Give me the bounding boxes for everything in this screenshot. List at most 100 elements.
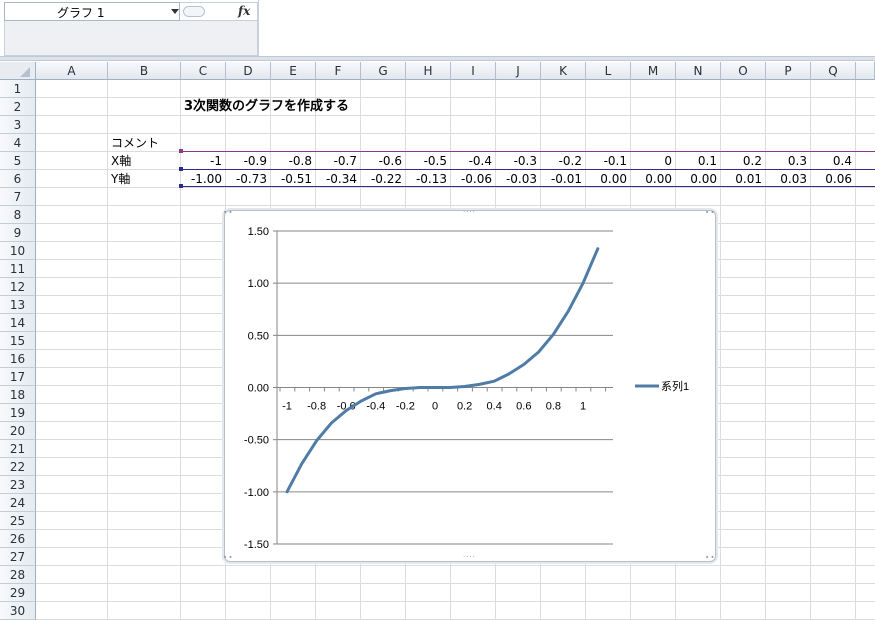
row-header-29[interactable]: 29	[0, 584, 36, 602]
row-header-22[interactable]: 22	[0, 458, 36, 476]
row-header-25[interactable]: 25	[0, 512, 36, 530]
cell-x-value[interactable]: -0.7	[316, 152, 357, 170]
row-header-4[interactable]: 4	[0, 134, 36, 152]
cell-x-value[interactable]: -0.8	[271, 152, 312, 170]
column-header-c[interactable]: C	[181, 62, 226, 80]
cell-x-axis-label[interactable]: X軸	[111, 152, 131, 170]
cell-x-value[interactable]: -0.9	[226, 152, 267, 170]
cell-x-value[interactable]: 0.3	[766, 152, 807, 170]
x-tick-label: 0.4	[487, 401, 502, 413]
column-header-l[interactable]: L	[586, 62, 631, 80]
row-header-23[interactable]: 23	[0, 476, 36, 494]
column-header-g[interactable]: G	[361, 62, 406, 80]
row-header-1[interactable]: 1	[0, 80, 36, 98]
name-box-value: グラフ 1	[57, 6, 105, 20]
range-border-mid	[181, 169, 875, 170]
row-header-2[interactable]: 2	[0, 98, 36, 116]
column-header-n[interactable]: N	[676, 62, 721, 80]
row-header-19[interactable]: 19	[0, 404, 36, 422]
insert-function-icon[interactable]: fx	[238, 4, 250, 18]
grid-column-line	[855, 80, 856, 620]
column-header-i[interactable]: I	[451, 62, 496, 80]
row-header-27[interactable]: 27	[0, 548, 36, 566]
range-handle[interactable]	[179, 184, 183, 188]
row-header-28[interactable]: 28	[0, 566, 36, 584]
row-header-8[interactable]: 8	[0, 206, 36, 224]
row-header-9[interactable]: 9	[0, 224, 36, 242]
row-header-7[interactable]: 7	[0, 188, 36, 206]
column-header-f[interactable]: F	[316, 62, 361, 80]
y-tick-label: 1.00	[248, 278, 269, 290]
cell-x-value[interactable]: -0.2	[541, 152, 582, 170]
formula-bar-expanded-area	[4, 21, 258, 56]
column-header-k[interactable]: K	[541, 62, 586, 80]
legend-label: 系列1	[661, 379, 689, 393]
grid-row-line	[36, 133, 875, 134]
cell-x-value[interactable]: -0.3	[496, 152, 537, 170]
cell-x-value[interactable]: 0.2	[721, 152, 762, 170]
x-range-border	[181, 151, 875, 152]
row-header-3[interactable]: 3	[0, 116, 36, 134]
column-header-partial[interactable]	[856, 62, 875, 80]
formula-input[interactable]	[258, 0, 875, 56]
row-header-10[interactable]: 10	[0, 242, 36, 260]
cell-x-value[interactable]: 0	[631, 152, 672, 170]
chart-object[interactable]: ···· ···· ∙∙ ∙∙ ∙∙ ∙∙ 1.50 1.00 0.50 0.00 -0…	[223, 208, 716, 562]
x-tick-label: 0	[432, 401, 438, 413]
row-header-5[interactable]: 5	[0, 152, 36, 170]
row-header-11[interactable]: 11	[0, 260, 36, 278]
column-header-o[interactable]: O	[721, 62, 766, 80]
name-box[interactable]: グラフ 1	[4, 2, 180, 21]
row-header-16[interactable]: 16	[0, 350, 36, 368]
grid-row-line	[36, 115, 875, 116]
grid-row-line	[36, 583, 875, 584]
cell-y-axis-label[interactable]: Y軸	[111, 170, 130, 188]
cell-x-value[interactable]: -0.6	[361, 152, 402, 170]
row-header-6[interactable]: 6	[0, 170, 36, 188]
row-header-30[interactable]: 30	[0, 602, 36, 620]
row-header-14[interactable]: 14	[0, 314, 36, 332]
cell-x-value[interactable]: 0.1	[676, 152, 717, 170]
x-tick-label: 0.8	[546, 401, 561, 413]
plot-area	[275, 219, 615, 549]
column-header-e[interactable]: E	[271, 62, 316, 80]
row-header-18[interactable]: 18	[0, 386, 36, 404]
cell-x-value[interactable]: -0.5	[406, 152, 447, 170]
formula-bar-divider	[0, 56, 875, 61]
cell-comment-label[interactable]: コメント	[111, 134, 159, 152]
cell-x-value[interactable]: -0.1	[586, 152, 627, 170]
y-range-border	[181, 186, 875, 187]
column-header-b[interactable]: B	[108, 62, 181, 80]
grid-row-line	[36, 205, 875, 206]
formula-controls: fx	[180, 2, 258, 21]
row-header-17[interactable]: 17	[0, 368, 36, 386]
chevron-down-icon[interactable]	[171, 9, 179, 14]
column-header-m[interactable]: M	[631, 62, 676, 80]
column-header-d[interactable]: D	[226, 62, 271, 80]
formula-bar-area: グラフ 1 fx	[0, 0, 875, 56]
row-header-21[interactable]: 21	[0, 440, 36, 458]
range-handle[interactable]	[179, 167, 183, 171]
column-header-h[interactable]: H	[406, 62, 451, 80]
resize-grip-icon[interactable]	[183, 6, 205, 17]
row-header-20[interactable]: 20	[0, 422, 36, 440]
column-header-q[interactable]: Q	[811, 62, 856, 80]
cell-x-value[interactable]: -1	[181, 152, 222, 170]
row-header-15[interactable]: 15	[0, 332, 36, 350]
x-tick-label: -0.2	[396, 401, 415, 413]
row-header-12[interactable]: 12	[0, 278, 36, 296]
cell-x-value[interactable]: 0.4	[811, 152, 852, 170]
x-tick-label: -0.4	[366, 401, 385, 413]
y-tick-label: -1.00	[244, 487, 269, 499]
column-header-p[interactable]: P	[766, 62, 811, 80]
column-header-j[interactable]: J	[496, 62, 541, 80]
row-header-24[interactable]: 24	[0, 494, 36, 512]
row-header-13[interactable]: 13	[0, 296, 36, 314]
range-handle[interactable]	[179, 149, 183, 153]
cell-x-value[interactable]: -0.4	[451, 152, 492, 170]
select-all-button[interactable]	[0, 62, 36, 80]
column-header-a[interactable]: A	[36, 62, 108, 80]
row-header-26[interactable]: 26	[0, 530, 36, 548]
select-all-triangle-icon	[20, 67, 30, 77]
cell-title[interactable]: 3次関数のグラフを作成する	[184, 98, 349, 116]
